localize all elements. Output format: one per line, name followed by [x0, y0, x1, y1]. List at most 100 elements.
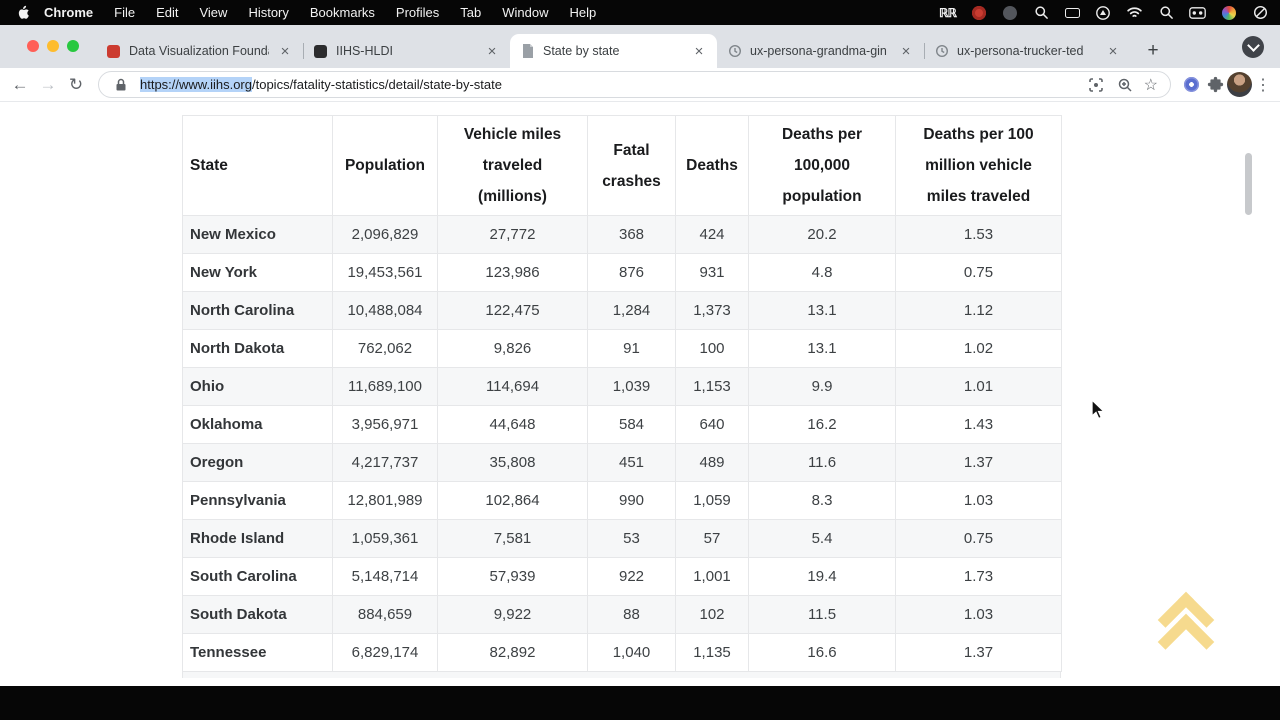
deaths-per-100m-vmt-cell: 1.01: [896, 368, 1062, 406]
fatal-crashes-cell: 91: [588, 330, 676, 368]
tab-close-icon[interactable]: ×: [277, 43, 293, 60]
table-row: Oregon 4,217,737 35,808 451 489 11.6 1.3…: [183, 444, 1062, 482]
deaths-per-100m-vmt-cell: 1.43: [896, 406, 1062, 444]
deaths-per-100m-vmt-cell: 1.03: [896, 596, 1062, 634]
scroll-to-top-button[interactable]: [1157, 594, 1217, 662]
new-tab-button[interactable]: +: [1139, 37, 1167, 65]
tab-state-by-state[interactable]: State by state ×: [510, 34, 717, 68]
table-row: North Carolina 10,488,084 122,475 1,284 …: [183, 292, 1062, 330]
deaths-cell: 1,153: [676, 368, 749, 406]
deaths-cell: 640: [676, 406, 749, 444]
table-row: Pennsylvania 12,801,989 102,864 990 1,05…: [183, 482, 1062, 520]
tab-close-icon[interactable]: ×: [484, 43, 500, 60]
extensions-puzzle-icon[interactable]: [1203, 73, 1227, 97]
menu-item[interactable]: Tab: [460, 5, 481, 20]
screen-mirroring-status-icon[interactable]: [1095, 5, 1111, 21]
menu-item[interactable]: Chrome: [44, 5, 93, 20]
fatal-crashes-cell: 990: [588, 482, 676, 520]
spotlight-search-icon[interactable]: [1158, 5, 1174, 21]
tab-close-icon[interactable]: ×: [898, 43, 914, 60]
fatality-statistics-table: State Population Vehicle miles traveled …: [182, 115, 1062, 672]
fatal-crashes-cell: 88: [588, 596, 676, 634]
padlock-icon[interactable]: [111, 75, 131, 95]
deaths-per-100m-vmt-cell: 1.37: [896, 634, 1062, 672]
tab-label: State by state: [543, 44, 683, 58]
vehicle-miles-cell: 57,939: [438, 558, 588, 596]
wifi-status-icon[interactable]: [1126, 5, 1143, 21]
menu-item[interactable]: Bookmarks: [310, 5, 375, 20]
display-status-icon[interactable]: [1065, 8, 1080, 18]
gray-app-status-icon[interactable]: [1003, 6, 1017, 20]
deaths-cell: 1,135: [676, 634, 749, 672]
population-cell: 2,096,829: [333, 216, 438, 254]
colorful-app-status-icon[interactable]: [1222, 6, 1236, 20]
state-name-cell: Oregon: [183, 444, 333, 482]
reload-button[interactable]: ↻: [62, 71, 90, 99]
deaths-per-100k-cell: 11.6: [749, 444, 896, 482]
menu-item[interactable]: File: [114, 5, 135, 20]
zoom-icon[interactable]: [1115, 75, 1135, 95]
menu-item[interactable]: Edit: [156, 5, 178, 20]
menu-item[interactable]: Window: [502, 5, 548, 20]
tab-iihs-hldi[interactable]: IIHS-HLDI ×: [303, 34, 510, 68]
apple-menu-icon[interactable]: [12, 5, 34, 20]
vehicle-miles-cell: 9,922: [438, 596, 588, 634]
deaths-per-100m-vmt-cell: 1.02: [896, 330, 1062, 368]
tab-ux-persona-trucker-ted[interactable]: ux-persona-trucker-ted ×: [924, 34, 1131, 68]
tab-label: Data Visualization Founda: [129, 44, 269, 58]
tab-close-icon[interactable]: ×: [691, 43, 707, 60]
address-bar[interactable]: https://www.iihs.org/topics/fatality-sta…: [98, 71, 1171, 98]
double-r-status-icon[interactable]: ℝℝ: [939, 5, 956, 21]
deaths-per-100k-cell: 16.2: [749, 406, 896, 444]
deaths-per-100k-cell: 9.9: [749, 368, 896, 406]
menu-item[interactable]: View: [199, 5, 227, 20]
pinwheel-extension-icon[interactable]: [1179, 73, 1203, 97]
profile-avatar[interactable]: [1227, 72, 1252, 97]
menu-item[interactable]: Help: [570, 5, 597, 20]
deaths-cell: 1,001: [676, 558, 749, 596]
deaths-per-100k-cell: 20.2: [749, 216, 896, 254]
back-button[interactable]: ←: [6, 71, 34, 99]
vehicle-miles-cell: 27,772: [438, 216, 588, 254]
do-not-disturb-icon[interactable]: [1252, 5, 1268, 21]
deaths-cell: 1,373: [676, 292, 749, 330]
minimize-window-button[interactable]: [47, 40, 59, 52]
magnifier-status-icon[interactable]: [1033, 5, 1049, 21]
population-cell: 762,062: [333, 330, 438, 368]
page-content: State Population Vehicle miles traveled …: [0, 102, 1280, 686]
column-header-population: Population: [333, 116, 438, 216]
tab-search-button[interactable]: [1242, 36, 1264, 58]
deaths-per-100k-cell: 13.1: [749, 292, 896, 330]
browser-menu-icon[interactable]: ⋮: [1252, 75, 1274, 95]
deaths-per-100k-cell: 5.4: [749, 520, 896, 558]
deaths-per-100k-cell: 19.4: [749, 558, 896, 596]
tab-ux-persona-grandma-gin[interactable]: ux-persona-grandma-gin ×: [717, 34, 924, 68]
lens-frame-icon[interactable]: [1086, 75, 1106, 95]
bookmark-star-icon[interactable]: ☆: [1144, 75, 1158, 95]
page-scrollbar-thumb[interactable]: [1245, 153, 1252, 215]
population-cell: 10,488,084: [333, 292, 438, 330]
red-site-favicon: [106, 44, 121, 59]
window-controls: [27, 40, 79, 52]
fatal-crashes-cell: 368: [588, 216, 676, 254]
chrome-tab-strip: Data Visualization Founda × IIHS-HLDI × …: [0, 25, 1280, 68]
population-cell: 12,801,989: [333, 482, 438, 520]
tab-label: ux-persona-trucker-ted: [957, 44, 1097, 58]
menu-item[interactable]: Profiles: [396, 5, 439, 20]
state-name-cell: North Carolina: [183, 292, 333, 330]
url-selected-text: https://www.iihs.org: [140, 77, 252, 92]
vehicle-miles-cell: 122,475: [438, 292, 588, 330]
tab-data-visualization-foundation[interactable]: Data Visualization Founda ×: [96, 34, 303, 68]
partially-visible-row: [182, 672, 1061, 678]
population-cell: 884,659: [333, 596, 438, 634]
control-center-icon[interactable]: [1189, 5, 1206, 21]
tab-close-icon[interactable]: ×: [1105, 43, 1121, 60]
forward-button[interactable]: →: [34, 71, 62, 99]
red-app-status-icon[interactable]: [972, 6, 986, 20]
close-window-button[interactable]: [27, 40, 39, 52]
table-row: South Carolina 5,148,714 57,939 922 1,00…: [183, 558, 1062, 596]
menu-item[interactable]: History: [248, 5, 288, 20]
state-name-cell: Rhode Island: [183, 520, 333, 558]
deaths-per-100k-cell: 4.8: [749, 254, 896, 292]
zoom-window-button[interactable]: [67, 40, 79, 52]
